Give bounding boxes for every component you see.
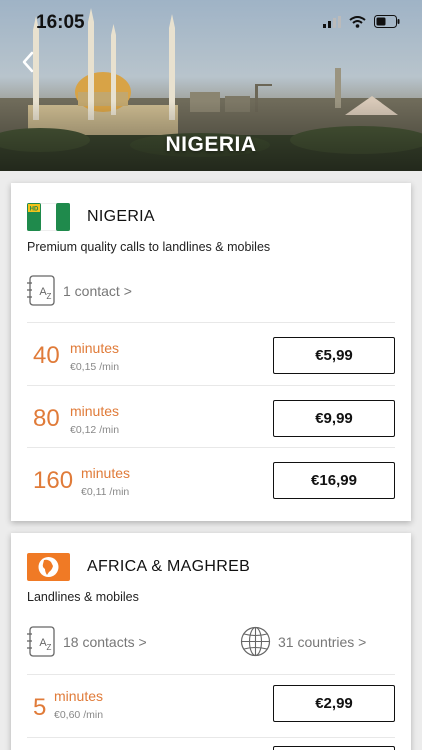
card-title: AFRICA & MAGHREB: [87, 558, 251, 575]
offer-amount: 40: [33, 342, 60, 369]
offer-unit: minutes: [54, 688, 104, 704]
hero-banner: 16:05 NIGERIA: [0, 0, 422, 171]
contacts-label: 18 contacts >: [63, 633, 147, 650]
back-button[interactable]: [14, 48, 42, 76]
signal-icon: [323, 15, 341, 28]
wifi-icon: [349, 15, 366, 28]
next-price-button[interactable]: [273, 746, 395, 750]
countries-link[interactable]: 31 countries >: [240, 626, 366, 657]
contacts-link[interactable]: A Z 1 contact >: [27, 275, 132, 306]
globe-icon: [240, 626, 271, 657]
countries-label: 31 countries >: [278, 633, 367, 650]
card-header: HD NIGERIA: [27, 203, 155, 231]
chevron-left-icon: [22, 51, 34, 73]
offer-rate: €0,60 /min: [54, 709, 104, 721]
offer-row: 40 minutes €0,15 /min €5,99: [11, 323, 411, 385]
svg-text:HD: HD: [30, 207, 39, 213]
offer-rate: €0,11 /min: [81, 486, 130, 498]
divider: [27, 737, 395, 738]
offer-amount: 160: [33, 467, 74, 494]
battery-icon: [374, 15, 400, 28]
card-title: NIGERIA: [87, 208, 155, 225]
offer-amount: 5: [33, 694, 47, 721]
card-subtitle: Landlines & mobiles: [27, 590, 139, 604]
card-header: AFRICA & MAGHREB: [27, 553, 250, 581]
nigeria-flag-icon: HD: [27, 203, 70, 231]
contacts-book-icon: A Z: [27, 275, 55, 306]
page-title: NIGERIA: [165, 133, 257, 156]
offer-amount: 80: [33, 405, 60, 432]
svg-text:Z: Z: [47, 292, 52, 301]
status-icons: [323, 15, 400, 28]
offer-unit: minutes: [70, 403, 120, 419]
offer-rate: €0,12 /min: [70, 424, 120, 436]
card-subtitle: Premium quality calls to landlines & mob…: [27, 240, 271, 254]
buy-5-minutes-button[interactable]: €2,99: [273, 685, 395, 722]
buy-80-minutes-button[interactable]: €9,99: [273, 400, 395, 437]
buy-40-minutes-button[interactable]: €5,99: [273, 337, 395, 374]
buy-160-minutes-button[interactable]: €16,99: [273, 462, 395, 499]
africa-globe-icon: [27, 553, 70, 581]
nigeria-plan-card: HD NIGERIA Premium quality calls to land…: [11, 183, 411, 521]
contacts-label: 1 contact >: [63, 282, 132, 299]
offer-row: 5 minutes €0,60 /min €2,99: [11, 675, 411, 737]
offer-unit: minutes: [81, 465, 131, 481]
africa-maghreb-plan-card: AFRICA & MAGHREB Landlines & mobiles A Z…: [11, 533, 411, 750]
status-bar: 16:05: [0, 0, 422, 44]
contacts-link[interactable]: A Z 18 contacts >: [27, 626, 147, 657]
contacts-book-icon: A Z: [27, 626, 55, 657]
offer-rate: €0,15 /min: [70, 361, 120, 373]
offer-unit: minutes: [70, 340, 120, 356]
status-time: 16:05: [36, 12, 85, 33]
offer-row: 160 minutes €0,11 /min €16,99: [11, 448, 411, 510]
svg-text:Z: Z: [47, 643, 52, 652]
offer-row: 80 minutes €0,12 /min €9,99: [11, 386, 411, 448]
